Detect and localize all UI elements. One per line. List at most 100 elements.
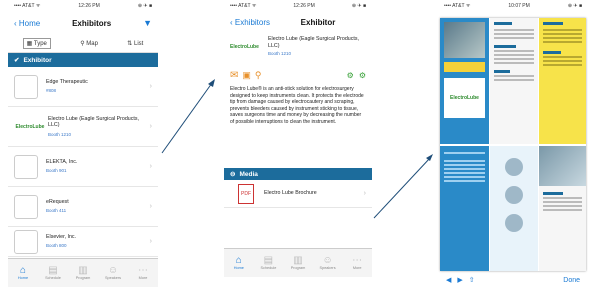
more-icon: ⋯ [138,265,148,276]
tab-schedule[interactable]: ▤ Schedule [258,256,278,271]
tab-map[interactable]: ⚲ Map [80,40,98,47]
bottom-tab-bar: ⌂ Home ▤ Schedule ▥ Program ☺ Speakers ⋯ More [8,258,158,287]
media-item[interactable]: PDF Electro Lube Brochure › [224,180,372,208]
section-header-media: ⊖ Media [224,168,372,180]
chevron-right-icon: › [149,163,152,170]
viewer-toolbar: ◀ ▶ ⇧ Done [438,273,588,287]
list-item[interactable]: eRequest Booth 411 › [8,187,158,227]
arrow-icon [161,79,215,154]
chevron-right-icon: › [149,83,152,90]
placeholder-icon [14,229,38,254]
list-item[interactable]: Edge Therapeutic #808 › [8,67,158,107]
tab-schedule[interactable]: ▤ Schedule [43,266,63,281]
page-title: Exhibitor [300,17,336,27]
brochure-blue-panel [440,146,489,271]
clock: 12:26 PM [78,3,100,9]
home-icon: ⌂ [235,255,242,266]
checkmark-icon: ✔ [14,57,20,64]
tab-list[interactable]: ⇅ List [127,40,143,47]
brochure-yellow-panel [539,18,586,144]
circle-diagram [505,158,523,176]
booth-number: #808 [46,88,57,94]
tab-type[interactable]: ▦ Type [22,37,51,49]
tab-more[interactable]: ⋯ More [347,255,367,271]
more-icon: ⋯ [352,255,363,266]
brochure-page[interactable]: ElectroLube [440,18,586,271]
location-icon[interactable]: ⚲ [255,70,262,81]
battery-icon: ⊕ ✈ ■ [351,3,366,9]
electrolube-logo: ElectroLube [444,78,485,118]
chevron-right-icon: › [149,238,152,245]
done-button[interactable]: Done [563,277,580,284]
exhibitor-header: ElectroLube Electro Lube (Eagle Surgical… [224,32,372,66]
electrolube-logo: ElectroLube [230,44,259,50]
person-icon: ☺ [107,265,119,276]
exhibitor-detail-screen: •••• AT&T ᯤ 12:26 PM ⊕ ✈ ■ ‹ Exhibitors … [224,0,372,287]
booth-number: Booth 800 [46,243,67,249]
pin-icon: ⚲ [80,40,85,47]
chevron-right-icon: › [149,203,152,210]
prev-icon[interactable]: ◀ [446,276,451,284]
carrier: •••• AT&T ᯤ [444,3,471,9]
tab-program[interactable]: ▥ Program [73,266,93,281]
tab-home[interactable]: ⌂ Home [229,255,249,271]
tab-program[interactable]: ▥ Program [288,255,308,271]
exhibitor-name: Electro Lube (Eagle Surgical Products, L… [268,36,359,49]
booth-number: Booth 411 [46,208,67,214]
status-bar: •••• AT&T ᯤ 12:26 PM ⊕ ✈ ■ [8,0,158,12]
list-item[interactable]: ElectroLube Electro Lube (Eagle Surgical… [8,107,158,147]
carrier: •••• AT&T ᯤ [230,3,257,9]
brochure-text-panel [490,18,538,144]
mail-icon[interactable]: ✉ [230,70,238,81]
placeholder-icon [14,194,38,219]
person-icon: ☺ [322,255,333,266]
chevron-right-icon: › [149,123,152,130]
share-icon[interactable]: ⚙ [359,71,366,80]
media-icon: ⊖ [230,171,236,178]
placeholder-icon [14,74,38,99]
grid-icon: ▦ [26,40,33,47]
exhibitor-name: eRequest [46,198,69,205]
tab-speakers[interactable]: ☺ Speakers [318,255,338,271]
back-button[interactable]: ‹ Exhibitors [230,18,270,27]
media-title: Electro Lube Brochure [264,190,317,197]
az-icon: ⇅ [127,40,133,47]
pdf-icon: PDF [238,183,254,204]
tab-more[interactable]: ⋯ More [133,265,153,281]
next-icon[interactable]: ▶ [457,276,462,284]
placeholder-icon [14,154,38,179]
tab-speakers[interactable]: ☺ Speakers [103,265,123,281]
booth-number: Booth 1210 [48,131,72,137]
section-header-exhibitor[interactable]: ✔ Exhibitor [8,53,158,67]
exhibitor-name: Elsevier, Inc. [46,233,77,240]
page-title: Exhibitors [72,18,112,28]
notes-icon[interactable]: ▣ [242,70,251,81]
bottom-tab-bar: ⌂ Home ▤ Schedule ▥ Program ☺ Speakers ⋯ More [224,248,372,277]
surgery-image [539,146,586,186]
brochure-diagram-panel [490,146,538,271]
list-item[interactable]: ELEKTA, Inc. Booth 901 › [8,147,158,187]
back-button[interactable]: ‹ Home [14,19,40,28]
clock: 10:07 PM [508,3,530,9]
booth-number: Booth 901 [46,168,67,174]
exhibitor-name: ELEKTA, Inc. [46,158,78,165]
nav-bar: ‹ Home Exhibitors ▼ [8,12,158,34]
brochure-photo-panel: ElectroLube [440,18,489,144]
favorite-icon[interactable]: ⚙ [347,71,354,80]
filter-icon[interactable]: ▼ [143,18,152,28]
chevron-right-icon: › [363,190,366,197]
brochure-photo-panel-2 [539,146,586,271]
share-icon[interactable]: ⇧ [469,276,475,284]
arrow-icon [373,154,433,219]
surgery-image [444,22,485,58]
list-item[interactable]: Elsevier, Inc. Booth 800 › [8,227,158,257]
booth-number: Booth 1210 [268,51,292,57]
exhibitor-description: Electro Lube® is an anti-stick solution … [230,86,364,125]
circle-diagram [505,186,523,204]
book-icon: ▥ [293,255,303,266]
action-icons: ✉ ▣ ⚲ ⚙ ⚙ [224,66,372,84]
status-bar: •••• AT&T ᯤ 12:26 PM ⊕ ✈ ■ [224,0,372,12]
exhibitor-name: Electro Lube (Eagle Surgical Products, L… [48,115,139,129]
carrier: •••• AT&T ᯤ [14,3,41,9]
tab-home[interactable]: ⌂ Home [13,266,33,281]
